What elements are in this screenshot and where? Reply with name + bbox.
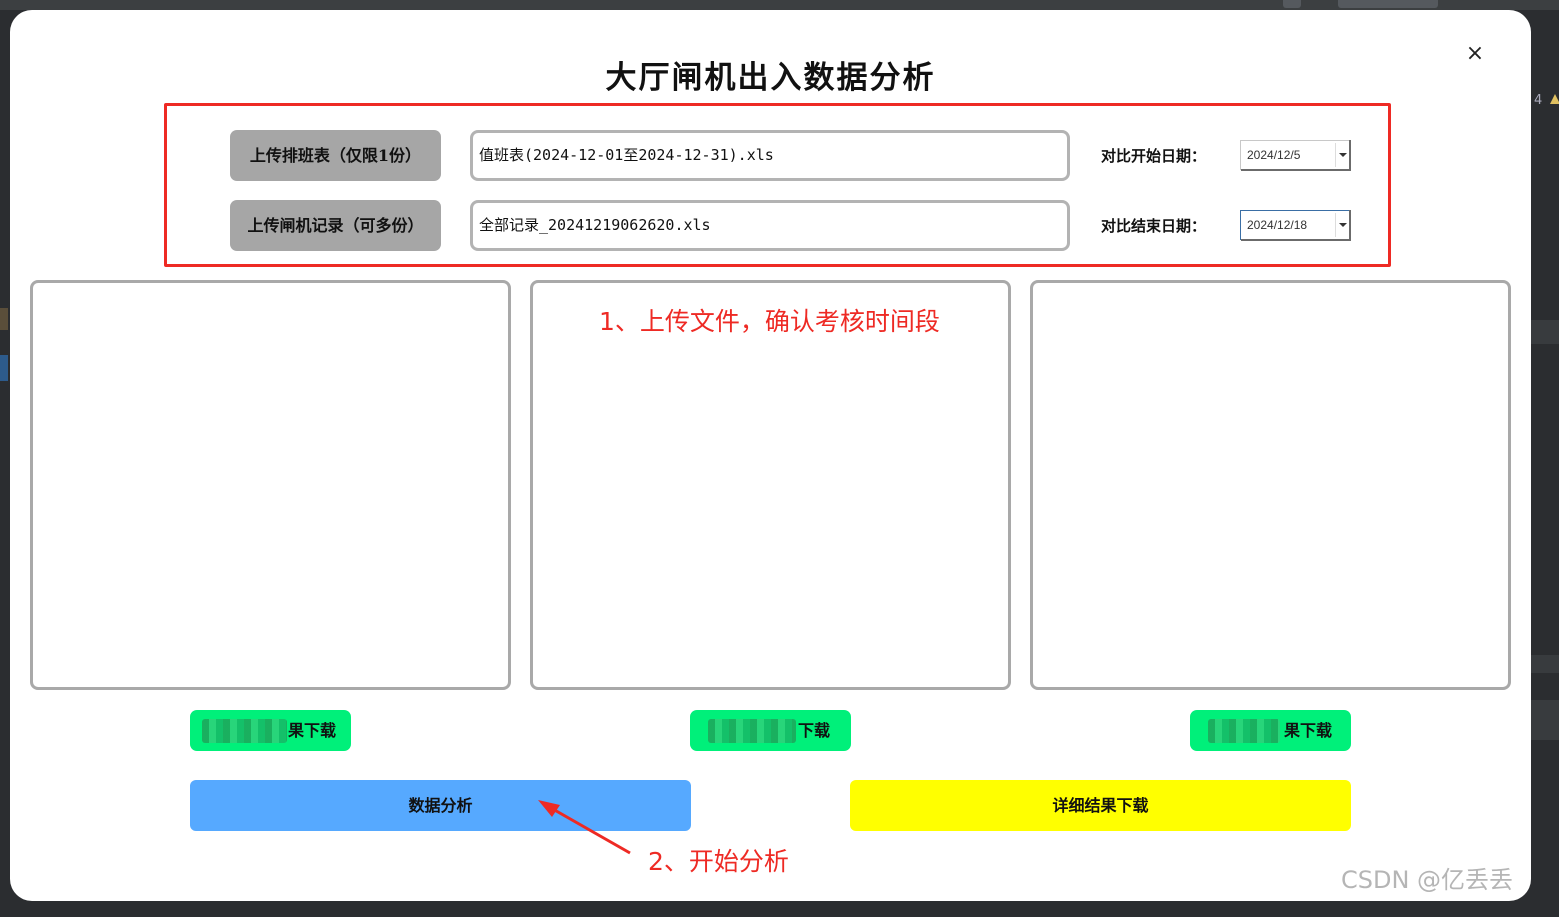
background-control <box>1283 0 1301 8</box>
end-date-label: 对比结束日期： <box>1101 217 1207 235</box>
start-date-value: 2024/12/5 <box>1247 148 1301 162</box>
start-date-label: 对比开始日期： <box>1101 147 1207 165</box>
watermark: CSDN @亿丢丢 <box>1341 866 1514 894</box>
annotation-step-2: 2、开始分析 <box>648 847 789 876</box>
end-date-value: 2024/12/18 <box>1247 218 1308 232</box>
background-ide-right: 4 <box>1530 10 1559 917</box>
background-control <box>1338 0 1438 8</box>
background-line-number: 4 <box>1534 93 1543 108</box>
redacted-text <box>1208 719 1280 743</box>
annotation-arrow-icon <box>538 800 631 855</box>
result-panel-2 <box>530 280 1011 690</box>
annotation-step-1: 1、上传文件，确认考核时间段 <box>599 307 940 336</box>
upload-records-button[interactable]: 上传闸机记录（可多份） <box>230 200 441 251</box>
result-panel-3 <box>1030 280 1511 690</box>
detail-download-button[interactable]: 详细结果下载 <box>850 780 1351 831</box>
records-file-field[interactable]: 全部记录_20241219062620.xls <box>470 200 1070 251</box>
schedule-file-field[interactable]: 值班表(2024-12-01至2024-12-31).xls <box>470 130 1070 181</box>
analysis-dialog: 大厅闸机出入数据分析 × 上传排班表（仅限1份） 值班表(2024-12-01至… <box>10 10 1531 901</box>
download-button-1[interactable]: 果下载 <box>190 710 351 751</box>
result-panel-1 <box>30 280 511 690</box>
chevron-down-icon[interactable] <box>1335 143 1349 167</box>
download-button-3[interactable]: 果下载 <box>1190 710 1351 751</box>
redacted-text <box>202 719 287 743</box>
close-icon[interactable]: × <box>1463 42 1487 66</box>
redacted-text <box>708 719 796 743</box>
dialog-title: 大厅闸机出入数据分析 <box>605 60 936 96</box>
chevron-down-icon[interactable] <box>1335 213 1349 237</box>
start-date-picker[interactable]: 2024/12/5 <box>1240 140 1351 171</box>
end-date-picker[interactable]: 2024/12/18 <box>1240 210 1351 241</box>
background-ide-titlebar <box>0 0 1559 10</box>
warning-icon <box>1550 94 1559 104</box>
upload-schedule-button[interactable]: 上传排班表（仅限1份） <box>230 130 441 181</box>
download-button-2[interactable]: 下载 <box>690 710 851 751</box>
